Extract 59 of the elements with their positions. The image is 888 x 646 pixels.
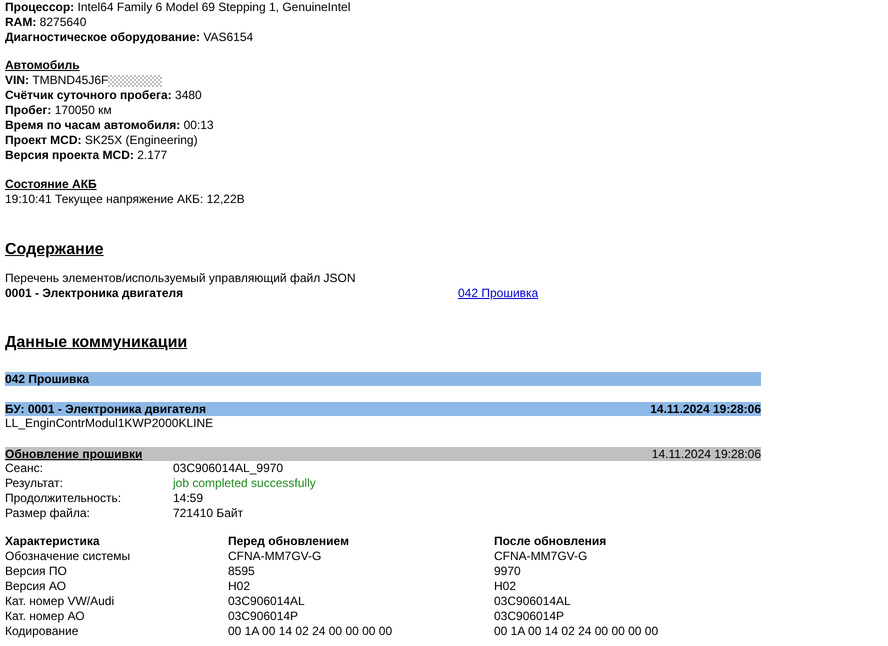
contents-link[interactable]: 042 Прошивка <box>458 286 538 300</box>
field-value: 14:59 <box>173 491 204 505</box>
field-label: Сеанс: <box>5 461 44 476</box>
field-value: 3480 <box>175 88 202 103</box>
field-value: SK25X (Engineering) <box>84 133 198 148</box>
field-value: Intel64 Family 6 Model 69 Stepping 1, GenuineIntel <box>78 0 350 15</box>
field-label: Счётчик суточного пробега: <box>5 88 172 103</box>
module-name: LL_EnginContrModul1KWP2000KLINE <box>5 416 214 431</box>
field-value: TMBND45J6F <box>32 73 108 88</box>
table-cell: Кодирование <box>5 624 78 638</box>
table-cell: 8595 <box>228 564 255 578</box>
field-value: 2.177 <box>137 148 168 163</box>
table-cell: 03C906014P <box>228 609 298 623</box>
table-cell: Обозначение системы <box>5 549 130 563</box>
table-cell: Версия АО <box>5 579 66 593</box>
column-header: Характеристика <box>5 534 100 548</box>
column-header: После обновления <box>494 534 606 548</box>
field-value: job completed successfully <box>173 476 316 490</box>
contents-item: 0001 - Электроника двигателя <box>5 286 184 301</box>
field-value: 03C906014AL_9970 <box>173 461 284 475</box>
field-label: RAM: <box>5 15 36 30</box>
table-cell: Кат. номер VW/Audi <box>5 594 114 608</box>
contents-intro: Перечень элементов/используемый управляющий файл JSON <box>5 271 356 286</box>
table-cell: CFNA-MM7GV-G <box>494 549 588 563</box>
field-label: Диагностическое оборудование: <box>5 30 200 45</box>
field-label: Результат: <box>5 476 64 491</box>
field-value: 00:13 <box>184 118 214 133</box>
field-value: 8275640 <box>40 15 86 30</box>
field-label: Процессор: <box>5 0 74 15</box>
field-value: 721410 Байт <box>173 506 244 520</box>
field-label: Продолжительность: <box>5 491 122 506</box>
table-cell: 03C906014AL <box>494 594 571 608</box>
table-cell: Кат. номер АО <box>5 609 85 623</box>
field-label: Размер файла: <box>5 506 91 521</box>
ecu-bar: БУ: 0001 - Электроника двигателя 14.11.2024 19:28:06 <box>5 402 761 416</box>
update-bar: Обновление прошивки 14.11.2024 19:28:06 <box>5 447 761 461</box>
field-label: Проект MCD: <box>5 133 82 148</box>
table-cell: 00 1A 00 14 02 24 00 00 00 00 <box>228 624 392 638</box>
table-cell: 9970 <box>494 564 521 578</box>
field-label: Время по часам автомобиля: <box>5 118 180 133</box>
table-cell: 03C906014P <box>494 609 564 623</box>
field-label: VIN: <box>5 73 29 88</box>
table-cell: 03C906014AL <box>228 594 305 608</box>
battery-voltage: 19:10:41 Текущее напряжение АКБ: 12,22В <box>5 192 245 207</box>
section-bar: 042 Прошивка <box>5 372 761 386</box>
field-label: Версия проекта MCD: <box>5 148 134 163</box>
table-cell: Версия ПО <box>5 564 67 578</box>
section-subtitle: Состояние АКБ <box>5 177 97 192</box>
table-cell: H02 <box>494 579 516 593</box>
field-value: 170050 км <box>54 103 112 118</box>
table-cell: H02 <box>228 579 250 593</box>
field-label: Пробег: <box>5 103 52 118</box>
table-cell: CFNA-MM7GV-G <box>228 549 322 563</box>
table-cell: 00 1A 00 14 02 24 00 00 00 00 <box>494 624 658 638</box>
section-heading: Данные коммуникации <box>5 334 188 351</box>
section-subtitle: Автомобиль <box>5 58 80 73</box>
section-heading: Содержание <box>5 241 104 258</box>
column-header: Перед обновлением <box>228 534 349 548</box>
field-value: VAS6154 <box>203 30 254 45</box>
